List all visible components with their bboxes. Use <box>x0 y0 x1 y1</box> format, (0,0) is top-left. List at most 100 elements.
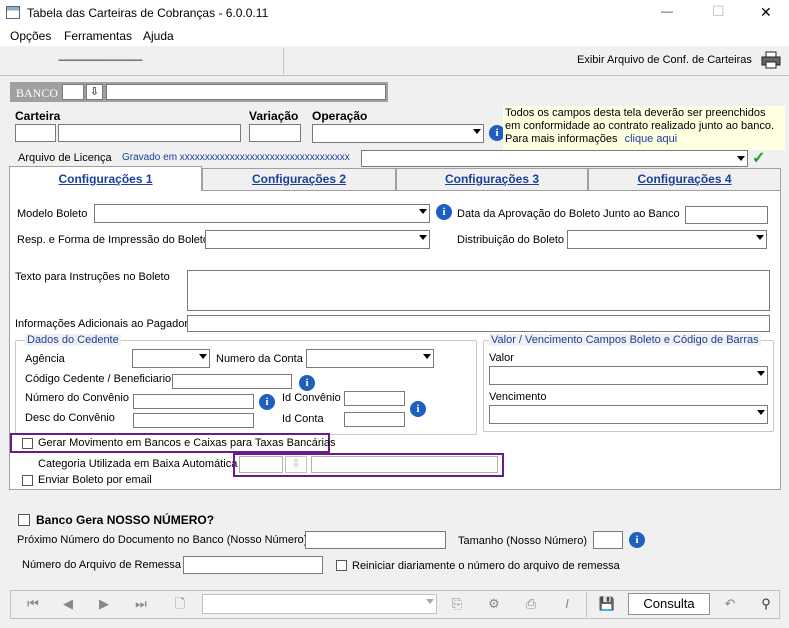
binoculars-icon[interactable]: ⚲ <box>750 592 782 616</box>
banco-code-input[interactable] <box>62 84 84 100</box>
chevron-down-icon <box>737 156 745 161</box>
resp-impressao-select[interactable] <box>205 230 430 249</box>
banco-name-input[interactable] <box>106 84 386 100</box>
licenca-select[interactable] <box>361 150 748 167</box>
toolbar-dots: ------------------------------------ <box>58 55 143 66</box>
numero-conta-select[interactable] <box>306 349 434 368</box>
close-button[interactable]: ✕ <box>760 4 772 21</box>
vencimento-label: Vencimento <box>489 391 547 403</box>
settings-icon[interactable]: ⚙ <box>478 592 510 616</box>
agencia-label: Agência <box>25 353 65 365</box>
toolbar: ------------------------------------ Exi… <box>0 46 789 76</box>
numero-conta-label: Numero da Conta <box>216 353 303 365</box>
info-icon[interactable]: i <box>629 532 645 548</box>
categoria-code-input[interactable] <box>239 456 283 473</box>
reiniciar-label: Reiniciar diariamente o número do arquiv… <box>352 560 620 572</box>
carteira-label: Carteira <box>15 109 61 123</box>
next-record-icon[interactable]: ▶ <box>88 592 120 616</box>
remessa-label: Número do Arquivo de Remessa <box>22 559 181 571</box>
menu-ferramentas[interactable]: Ferramentas <box>64 29 132 43</box>
minimize-button[interactable]: — <box>661 4 673 18</box>
numero-convenio-label: Número do Convênio <box>25 392 129 404</box>
proximo-numero-label: Próximo Número do Documento no Banco (No… <box>17 534 308 546</box>
tab-configuracoes-4[interactable]: Configurações 4 <box>588 168 781 190</box>
desc-convenio-input[interactable] <box>133 413 254 428</box>
valor-select[interactable] <box>489 366 768 385</box>
categoria-label: Categoria Utilizada em Baixa Automática <box>38 458 238 470</box>
tab-configuracoes-1[interactable]: Configurações 1 <box>9 166 202 191</box>
printer-icon[interactable] <box>761 51 781 69</box>
id-conta-label: Id Conta <box>282 413 324 425</box>
previous-record-icon[interactable]: ◀ <box>52 592 84 616</box>
id-convenio-label: Id Convênio <box>282 392 341 404</box>
menu-bar: Opções Ferramentas Ajuda <box>0 26 789 46</box>
resp-impressao-label: Resp. e Forma de Impressão do Boleto <box>17 234 209 246</box>
id-conta-input[interactable] <box>344 412 405 427</box>
banco-gera-checkbox[interactable] <box>18 514 30 526</box>
carteira-name-input[interactable] <box>58 124 241 142</box>
texto-instrucoes-textarea[interactable] <box>187 270 770 311</box>
banco-lookup-button[interactable]: ⇩ <box>86 84 103 100</box>
categoria-name-input[interactable] <box>311 456 498 473</box>
reiniciar-checkbox[interactable] <box>336 560 347 571</box>
banco-bar: BANCO ⇩ <box>10 82 388 102</box>
proximo-numero-input[interactable] <box>305 531 446 549</box>
consulta-button[interactable]: Consulta <box>628 593 710 615</box>
menu-ajuda[interactable]: Ajuda <box>143 29 174 43</box>
chevron-down-icon <box>423 354 431 359</box>
notice-box: Todos os campos desta tela deverão ser p… <box>503 106 785 150</box>
desc-convenio-label: Desc do Convênio <box>25 412 115 424</box>
variacao-label: Variação <box>249 109 299 123</box>
info-icon[interactable]: i <box>436 204 452 220</box>
edit-icon[interactable]: I <box>551 592 583 616</box>
operacao-select[interactable] <box>312 124 484 143</box>
info-adicionais-input[interactable] <box>187 315 770 332</box>
modelo-boleto-label: Modelo Boleto <box>17 208 88 220</box>
copy-icon[interactable]: ⎘ <box>441 592 473 616</box>
valor-vencimento-title: Valor / Vencimento Campos Boleto e Códig… <box>489 334 761 346</box>
save-icon[interactable]: 💾 <box>591 592 623 616</box>
categoria-lookup-button[interactable]: ⇩ <box>285 456 307 473</box>
gerar-movimento-checkbox[interactable] <box>22 438 33 449</box>
first-record-icon[interactable]: ⏮ <box>17 592 49 616</box>
info-icon[interactable]: i <box>410 401 426 417</box>
distribuicao-select[interactable] <box>567 230 767 249</box>
chevron-down-icon <box>756 235 764 240</box>
enviar-email-checkbox[interactable] <box>22 475 33 486</box>
carteira-code-input[interactable] <box>15 124 56 142</box>
window-title: Tabela das Carteiras de Cobranças - 6.0.… <box>27 6 269 20</box>
chevron-down-icon <box>426 599 434 604</box>
export-config-label[interactable]: Exibir Arquivo de Conf. de Carteiras <box>577 54 752 66</box>
maximize-button[interactable]: ☐ <box>712 3 725 20</box>
info-adicionais-label: Informações Adicionais ao Pagador <box>15 318 189 330</box>
vencimento-select[interactable] <box>489 405 768 424</box>
chevron-down-icon <box>757 371 765 376</box>
info-icon[interactable]: i <box>299 375 315 391</box>
remessa-input[interactable] <box>183 556 323 574</box>
numero-convenio-input[interactable] <box>133 394 254 409</box>
record-select[interactable] <box>202 594 437 614</box>
menu-opcoes[interactable]: Opções <box>10 29 51 43</box>
tab-configuracoes-3[interactable]: Configurações 3 <box>396 168 588 190</box>
codigo-cedente-input[interactable] <box>172 374 292 389</box>
last-record-icon[interactable]: ⏭ <box>125 592 157 616</box>
banco-gera-label: Banco Gera NOSSO NÚMERO? <box>36 513 215 527</box>
licenca-label: Arquivo de Licença <box>18 152 112 164</box>
tab-configuracoes-2[interactable]: Configurações 2 <box>202 168 396 190</box>
chevron-down-icon <box>757 410 765 415</box>
modelo-boleto-select[interactable] <box>94 204 430 223</box>
tamanho-input[interactable] <box>593 531 623 549</box>
id-convenio-input[interactable] <box>344 391 405 406</box>
variacao-input[interactable] <box>249 124 301 142</box>
agencia-select[interactable] <box>132 349 210 368</box>
enviar-email-label: Enviar Boleto por email <box>38 474 152 486</box>
toolbar-separator <box>283 48 284 74</box>
undo-icon[interactable]: ↶ <box>714 592 746 616</box>
check-icon: ✓ <box>752 150 766 167</box>
chevron-down-icon <box>473 129 481 134</box>
info-icon[interactable]: i <box>259 394 275 410</box>
data-aprovacao-input[interactable] <box>685 206 768 224</box>
new-document-icon[interactable]: 🗋 <box>164 592 196 616</box>
print-icon[interactable]: ⎙ <box>515 592 547 616</box>
notice-link[interactable]: clique aqui <box>625 133 678 145</box>
